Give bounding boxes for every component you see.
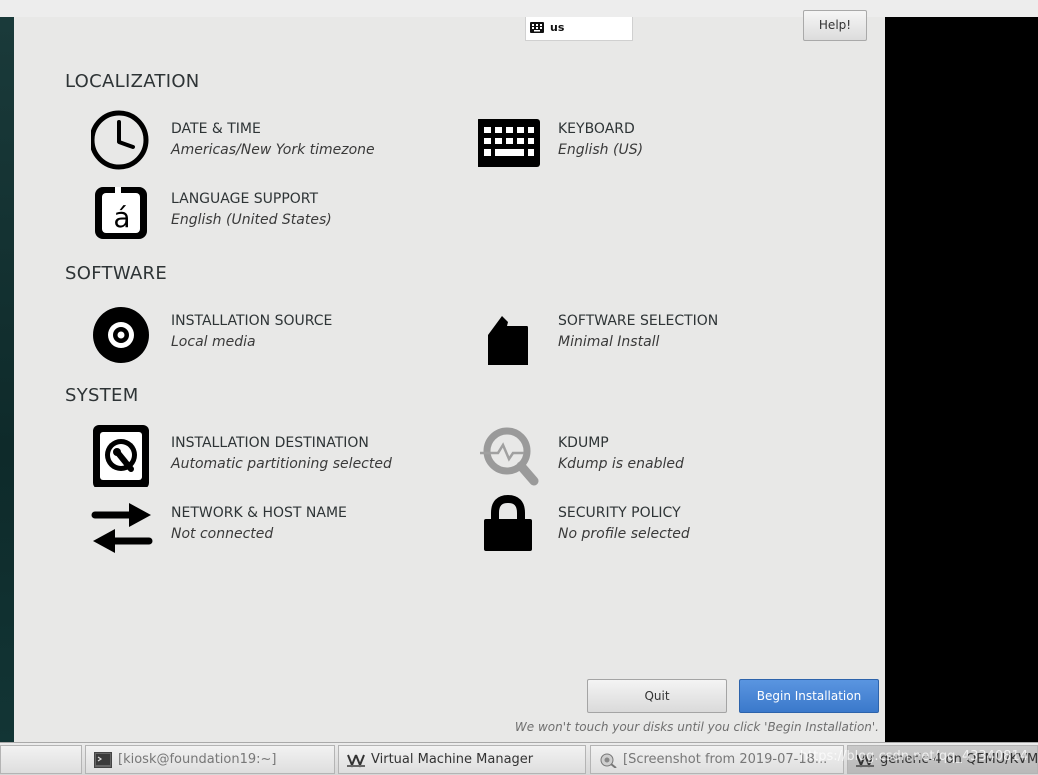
network-arrows-icon	[91, 503, 153, 553]
hard-disk-icon	[93, 425, 149, 487]
spoke-status: Americas/New York timezone	[171, 142, 375, 158]
spoke-status: Local media	[171, 334, 256, 350]
disk-warning-note: We won't touch your disks until you clic…	[514, 720, 879, 734]
spoke-network-host-name[interactable]: NETWORK & HOST NAME Not connected	[91, 493, 451, 557]
padlock-icon	[484, 494, 532, 551]
spoke-status: Not connected	[171, 526, 274, 542]
top-bar	[0, 0, 1038, 17]
keyboard-layout-label: us	[550, 21, 565, 34]
disc-icon	[93, 307, 149, 363]
spoke-status: Automatic partitioning selected	[171, 456, 392, 472]
help-button[interactable]: Help!	[803, 10, 867, 41]
spoke-status: English (United States)	[171, 212, 332, 228]
taskbar-item-label: Virtual Machine Manager	[371, 752, 534, 767]
spoke-title: LANGUAGE SUPPORT	[171, 191, 319, 207]
spoke-language-support[interactable]: á LANGUAGE SUPPORT English (United State…	[91, 179, 451, 243]
desktop-background-right	[885, 17, 1038, 742]
spoke-title: NETWORK & HOST NAME	[171, 505, 347, 521]
clock-icon	[91, 110, 149, 170]
spoke-title: KEYBOARD	[558, 121, 635, 137]
taskbar-item-label: [kiosk@foundation19:~]	[118, 752, 277, 767]
spoke-title: SECURITY POLICY	[558, 505, 681, 521]
package-icon	[488, 316, 528, 365]
spoke-software-selection[interactable]: SOFTWARE SELECTION Minimal Install	[478, 301, 838, 365]
keyboard-layout-indicator[interactable]: us	[525, 17, 633, 41]
spoke-status: English (US)	[558, 142, 644, 158]
spoke-title: SOFTWARE SELECTION	[558, 313, 719, 329]
taskbar: [kiosk@foundation19:~] Virtual Machine M…	[0, 742, 1038, 775]
terminal-icon	[94, 752, 112, 768]
virt-manager-icon	[347, 754, 365, 768]
spoke-title: INSTALLATION SOURCE	[171, 313, 333, 329]
section-title-system: SYSTEM	[65, 385, 139, 406]
spoke-status: Kdump is enabled	[558, 456, 684, 472]
begin-installation-button[interactable]: Begin Installation	[739, 679, 879, 713]
taskbar-item-virt-manager[interactable]: Virtual Machine Manager	[338, 745, 586, 774]
spoke-installation-source[interactable]: INSTALLATION SOURCE Local media	[91, 301, 451, 365]
svg-text:á: á	[113, 201, 130, 234]
spoke-title: KDUMP	[558, 435, 609, 451]
spoke-status: No profile selected	[558, 526, 690, 542]
spoke-date-time[interactable]: DATE & TIME Americas/New York timezone	[91, 109, 451, 173]
watermark-text: https://blog.csdn.net/qq_43340814	[799, 749, 1028, 764]
taskbar-item-label: [Screenshot from 2019-07-18...	[623, 752, 828, 767]
language-icon: á	[95, 187, 147, 239]
spoke-installation-destination[interactable]: INSTALLATION DESTINATION Automatic parti…	[91, 423, 451, 487]
taskbar-item-terminal[interactable]: [kiosk@foundation19:~]	[85, 745, 335, 774]
section-title-software: SOFTWARE	[65, 263, 168, 284]
spoke-title: DATE & TIME	[171, 121, 261, 137]
screenshot-icon	[600, 753, 617, 768]
keyboard-icon	[478, 119, 540, 167]
section-title-localization: LOCALIZATION	[65, 71, 200, 92]
magnifier-icon	[480, 427, 539, 486]
spoke-keyboard[interactable]: KEYBOARD English (US)	[478, 109, 838, 173]
desktop-background-left	[0, 17, 14, 742]
spoke-status: Minimal Install	[558, 334, 660, 350]
spoke-security-policy[interactable]: SECURITY POLICY No profile selected	[478, 493, 838, 557]
spoke-kdump[interactable]: KDUMP Kdump is enabled	[478, 423, 838, 487]
taskbar-show-desktop[interactable]	[0, 745, 82, 774]
keyboard-icon	[530, 22, 544, 33]
spoke-title: INSTALLATION DESTINATION	[171, 435, 369, 451]
quit-button[interactable]: Quit	[587, 679, 727, 713]
